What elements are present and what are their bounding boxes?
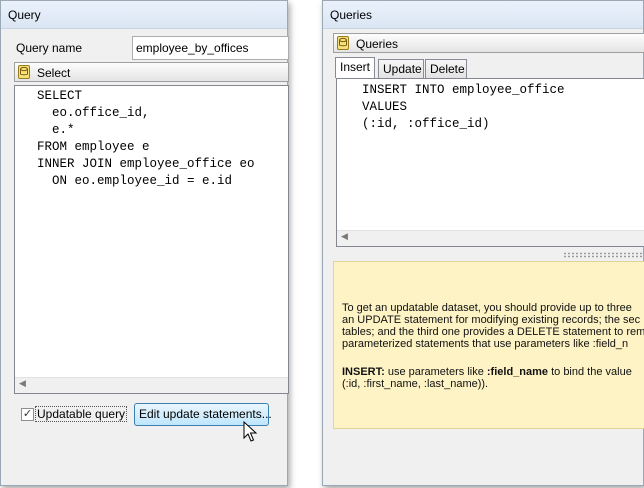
sql-line: FROM employee e <box>37 140 150 154</box>
horizontal-scrollbar[interactable]: ◀ <box>15 377 288 393</box>
scroll-left-icon[interactable]: ◀ <box>19 379 26 389</box>
database-icon <box>337 36 349 50</box>
splitter-grip[interactable] <box>563 252 643 258</box>
select-section-label: Select <box>37 66 71 80</box>
query-name-input[interactable]: employee_by_offices <box>132 36 289 60</box>
mouse-cursor-icon <box>243 421 258 442</box>
database-icon <box>18 65 30 79</box>
info-line: tables; and the third one provides a DEL… <box>342 326 644 338</box>
query-window: Query Query name employee_by_offices Sel… <box>0 0 289 486</box>
sql-line: e.* <box>37 123 75 137</box>
updatable-query-checkbox[interactable]: ✓ <box>21 408 34 421</box>
info-insert-rest: to bind the value <box>548 366 632 378</box>
queries-section-header: Queries <box>333 33 644 53</box>
sql-line: VALUES <box>362 100 408 114</box>
info-insert-line-2: (:id, :first_name, :last_name)). <box>342 378 489 390</box>
sql-line: INNER JOIN employee_office eo <box>37 157 255 171</box>
sql-line: SELECT <box>37 89 83 103</box>
sql-line: INSERT INTO employee_office <box>362 83 565 97</box>
query-window-title: Query <box>1 1 287 29</box>
sql-line: ON eo.employee_id = e.id <box>37 174 233 188</box>
info-insert-line: INSERT: use parameters like :field_name … <box>342 366 632 378</box>
horizontal-scrollbar[interactable]: ◀ <box>337 230 644 246</box>
info-line: an UPDATE statement for modifying existi… <box>342 314 641 326</box>
queries-window: Queries Queries Insert Update Delete INS… <box>322 0 644 486</box>
sql-line: (:id, :office_id) <box>362 117 490 131</box>
select-section-header: Select <box>14 62 289 82</box>
tab-delete[interactable]: Delete <box>425 59 467 78</box>
tab-insert[interactable]: Insert <box>335 57 375 78</box>
info-insert-text: use parameters like <box>384 366 487 378</box>
queries-section-label: Queries <box>356 37 399 51</box>
info-line: parameterized statements that use parame… <box>342 338 629 350</box>
scroll-left-icon[interactable]: ◀ <box>341 232 348 242</box>
tab-update[interactable]: Update <box>378 59 424 78</box>
queries-window-title: Queries <box>323 1 643 29</box>
help-info-panel: To get an updatable dataset, you should … <box>333 261 644 429</box>
insert-sql-editor[interactable]: INSERT INTO employee_office VALUES (:id,… <box>336 78 644 247</box>
query-name-label: Query name <box>16 41 83 55</box>
updatable-query-label[interactable]: Updatable query <box>34 406 128 422</box>
select-sql-editor[interactable]: SELECT eo.office_id, e.* FROM employee e… <box>14 85 289 394</box>
sql-line: eo.office_id, <box>37 106 150 120</box>
info-insert-param: :field_name <box>486 366 549 378</box>
info-insert-label: INSERT: <box>342 366 385 378</box>
info-line: To get an updatable dataset, you should … <box>342 302 632 314</box>
